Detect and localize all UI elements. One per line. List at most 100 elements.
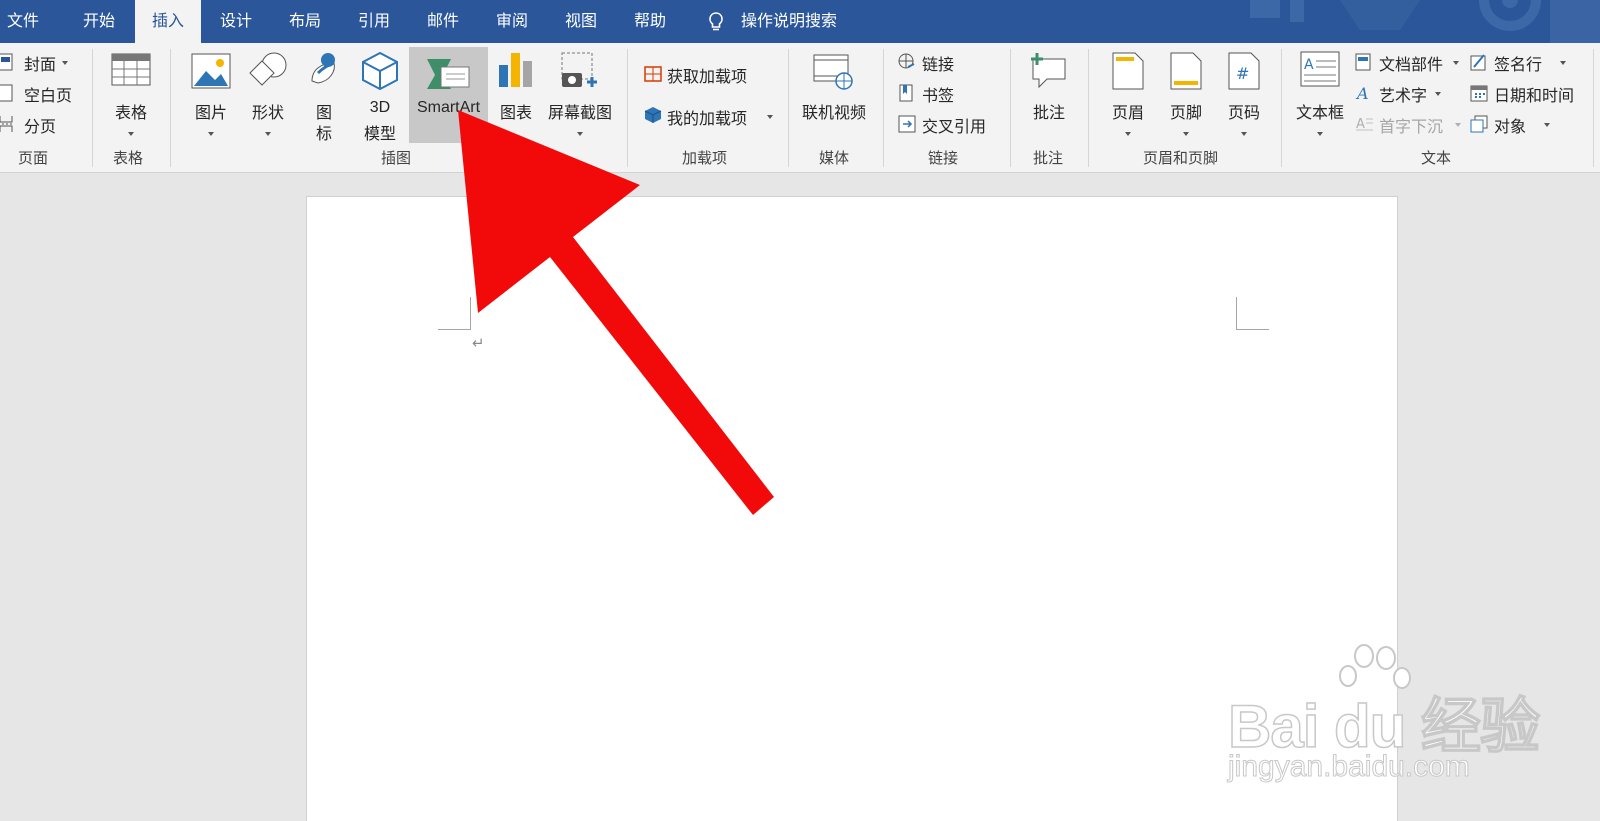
group-label-pages: 页面 bbox=[18, 150, 49, 167]
chevron-down-icon bbox=[577, 132, 583, 136]
table-icon bbox=[111, 53, 151, 86]
group-label-media: 媒体 bbox=[819, 150, 850, 167]
quick-parts-button[interactable]: 文档部件 bbox=[1355, 49, 1465, 75]
tab-mailings[interactable]: 邮件 bbox=[410, 0, 476, 43]
chevron-down-icon bbox=[1544, 123, 1550, 127]
screenshot-icon bbox=[561, 52, 597, 87]
bookmark-button[interactable]: 书签 bbox=[898, 80, 998, 106]
group-divider bbox=[883, 49, 884, 167]
chevron-down-icon bbox=[1241, 132, 1247, 136]
chevron-down-icon bbox=[1183, 132, 1189, 136]
smartart-button[interactable]: SmartArt bbox=[409, 47, 488, 143]
object-icon bbox=[1470, 115, 1488, 133]
bookmark-icon bbox=[899, 84, 913, 102]
shapes-icon bbox=[249, 52, 287, 86]
picture-button[interactable]: 图片 bbox=[183, 49, 239, 141]
chevron-down-icon bbox=[1317, 132, 1323, 136]
chart-button[interactable]: 图表 bbox=[490, 49, 542, 141]
link-globe-icon bbox=[898, 53, 915, 69]
tab-review[interactable]: 审阅 bbox=[479, 0, 545, 43]
group-label-illustrations: 插图 bbox=[381, 150, 412, 167]
group-divider bbox=[1010, 49, 1011, 167]
header-button[interactable]: 页眉 bbox=[1100, 49, 1156, 141]
blank-page-button[interactable]: 空白页 bbox=[0, 80, 80, 106]
icons-button[interactable]: 图 标 bbox=[298, 49, 350, 145]
group-label-header-footer: 页眉和页脚 bbox=[1143, 150, 1219, 167]
chevron-down-icon bbox=[62, 61, 68, 65]
group-label-links: 链接 bbox=[928, 150, 959, 167]
shapes-button[interactable]: 形状 bbox=[240, 49, 296, 141]
chevron-down-icon bbox=[1453, 61, 1459, 65]
svg-text:#: # bbox=[1236, 64, 1249, 83]
picture-icon bbox=[191, 53, 231, 89]
cross-reference-button[interactable]: 交叉引用 bbox=[898, 111, 998, 137]
page-number-button[interactable]: # 页码 bbox=[1216, 49, 1272, 141]
baidu-watermark: Bai du 经验 jingyan.baidu.com bbox=[1227, 640, 1541, 790]
drop-cap-button: A 首字下沉 bbox=[1355, 111, 1465, 137]
watermark-url: jingyan.baidu.com bbox=[1228, 750, 1471, 784]
cross-reference-icon bbox=[898, 115, 916, 133]
tab-insert[interactable]: 插入 bbox=[135, 0, 201, 43]
tab-file[interactable]: 文件 bbox=[0, 0, 46, 43]
chevron-down-icon bbox=[1560, 61, 1566, 65]
store-icon bbox=[644, 66, 662, 82]
footer-button[interactable]: 页脚 bbox=[1158, 49, 1214, 141]
link-button[interactable]: 链接 bbox=[898, 49, 998, 75]
tab-home[interactable]: 开始 bbox=[66, 0, 132, 43]
title-decoration bbox=[1250, 0, 1600, 43]
cover-page-button[interactable]: 封面 bbox=[0, 49, 80, 75]
cover-page-icon bbox=[0, 53, 13, 71]
group-label-comments: 批注 bbox=[1033, 150, 1064, 167]
signature-line-icon bbox=[1470, 54, 1486, 71]
chevron-down-icon bbox=[1435, 92, 1441, 96]
text-box-button[interactable]: A 文本框 bbox=[1288, 49, 1352, 141]
chevron-down-icon bbox=[1455, 123, 1461, 127]
ribbon-tab-bar: 文件 开始 插入 设计 布局 引用 邮件 审阅 视图 帮助 操作说明搜索 bbox=[0, 0, 1600, 43]
wordart-icon: A bbox=[1355, 84, 1369, 102]
text-box-icon: A bbox=[1300, 51, 1340, 87]
group-label-tables: 表格 bbox=[113, 150, 144, 167]
blank-page-icon bbox=[0, 84, 13, 102]
quick-parts-icon bbox=[1355, 53, 1371, 71]
group-divider bbox=[627, 49, 628, 167]
new-comment-button[interactable]: 批注 bbox=[1018, 49, 1080, 141]
svg-text:A: A bbox=[1304, 57, 1314, 73]
group-divider bbox=[788, 49, 789, 167]
page-number-icon: # bbox=[1228, 52, 1260, 90]
smartart-icon bbox=[427, 59, 470, 89]
my-addins-button[interactable]: 我的加载项 bbox=[643, 103, 783, 129]
svg-text:A: A bbox=[1355, 84, 1369, 102]
tab-layout[interactable]: 布局 bbox=[272, 0, 338, 43]
lightbulb-icon bbox=[709, 12, 723, 31]
screenshot-button[interactable]: 屏幕截图 bbox=[544, 49, 616, 141]
object-button[interactable]: 对象 bbox=[1470, 111, 1580, 137]
group-label-addins: 加载项 bbox=[682, 150, 728, 167]
tab-references[interactable]: 引用 bbox=[341, 0, 407, 43]
bar-chart-icon bbox=[499, 53, 532, 87]
tab-design[interactable]: 设计 bbox=[203, 0, 269, 43]
group-divider bbox=[92, 49, 93, 167]
3d-models-button[interactable]: 3D 模型 bbox=[352, 49, 408, 145]
header-icon bbox=[1112, 52, 1144, 90]
3d-cube-icon bbox=[362, 51, 398, 91]
chevron-down-icon bbox=[767, 115, 773, 119]
tab-help[interactable]: 帮助 bbox=[617, 0, 683, 43]
online-video-button[interactable]: 联机视频 bbox=[796, 49, 872, 141]
group-divider bbox=[1281, 49, 1282, 167]
chevron-down-icon bbox=[265, 132, 271, 136]
calendar-icon bbox=[1470, 85, 1488, 102]
get-addins-button[interactable]: 获取加载项 bbox=[643, 61, 783, 87]
ribbon: 封面 空白页 分页 页面 表格 表格 图片 形状 图 标 3D 模型 Smart… bbox=[0, 43, 1600, 173]
date-time-button[interactable]: 日期和时间 bbox=[1470, 80, 1595, 106]
table-button[interactable]: 表格 bbox=[100, 49, 162, 141]
addin-cube-icon bbox=[644, 107, 662, 123]
page-break-button[interactable]: 分页 bbox=[0, 111, 80, 137]
tab-view[interactable]: 视图 bbox=[548, 0, 614, 43]
icons-icon bbox=[311, 53, 335, 84]
group-label-text: 文本 bbox=[1421, 150, 1452, 167]
group-divider bbox=[1088, 49, 1089, 167]
wordart-button[interactable]: A 艺术字 bbox=[1355, 80, 1465, 106]
group-divider bbox=[170, 49, 171, 167]
signature-line-button[interactable]: 签名行 bbox=[1470, 49, 1580, 75]
drop-cap-icon: A bbox=[1356, 117, 1373, 132]
